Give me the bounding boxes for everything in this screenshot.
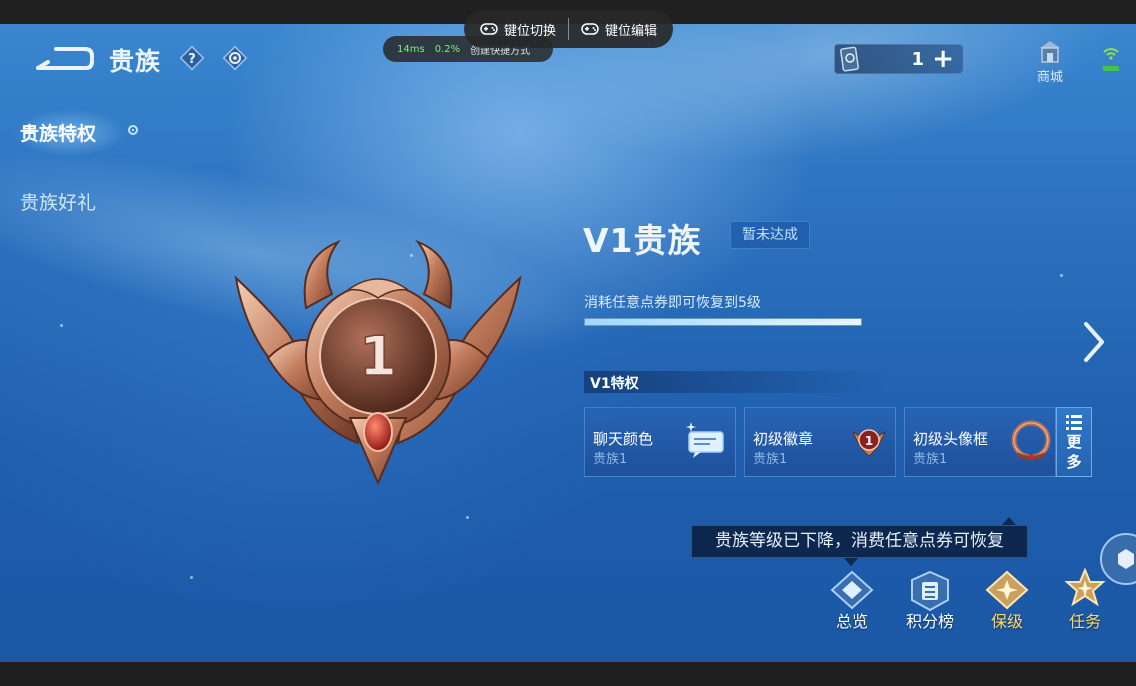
hexagon-icon [1118,549,1134,569]
tab-overview[interactable]: 总览 [820,568,884,632]
privilege-card-badge[interactable]: 初级徽章 贵族1 1 [744,407,896,477]
privilege-name: 聊天颜色 [593,430,654,448]
chevron-right-icon[interactable] [1080,320,1108,364]
gamepad-icon [581,23,599,35]
tab-leaderboard[interactable]: 积分榜 [898,568,962,632]
list-icon [1066,415,1082,430]
shop-label: 商城 [1036,70,1063,85]
nav-item-privileges-label: 贵族特权 [20,123,97,145]
tab-tasks-label: 任务 [1068,612,1101,631]
ticket-balance: 1 + [834,44,963,74]
key-switch-button[interactable]: 键位切换 [468,20,568,39]
sparkle [60,324,63,327]
key-edit-button[interactable]: 键位编辑 [569,20,669,39]
sparkle [190,576,193,579]
game-screen: 贵族 ? 1 + 商城 贵族特权 贵族好礼 1 V1贵族 暂未达成 消耗任意点券… [0,24,1136,662]
sparkle [466,516,469,519]
restore-hint: 消耗任意点券即可恢复到5级 [584,295,761,311]
nav-item-gifts[interactable]: 贵族好礼 [20,188,96,215]
gamepad-icon [480,23,498,35]
key-mapping-toolbar: 键位切换 键位编辑 [464,10,673,48]
more-label-2: 多 [1066,453,1082,471]
badge-icon: 1 [851,429,887,457]
key-edit-label: 键位编辑 [605,23,658,39]
svg-text:?: ? [188,52,196,67]
sparkle [1060,274,1063,277]
tab-keep-level[interactable]: 保级 [975,568,1039,632]
level-drop-tooltip: 贵族等级已下降，消费任意点券可恢复 [691,517,1028,566]
noble-level-badge: 1 [234,239,522,486]
more-privileges-button[interactable]: 更 多 [1056,407,1092,477]
privilege-heading: V1特权 [584,371,884,393]
privilege-card-avatar-frame[interactable]: 初级头像框 贵族1 [904,407,1056,477]
shop-icon [1040,41,1060,63]
privilege-sub: 贵族1 [593,452,628,467]
packet-loss-value: 0.2% [434,43,461,55]
progress-fill [585,319,861,325]
privilege-name: 初级头像框 [913,430,989,448]
status-badge: 暂未达成 [730,221,810,249]
window-bottom-bar [0,662,1136,686]
back-arrow-icon[interactable] [34,44,94,74]
network-signal-icon [1103,48,1119,71]
svg-text:1: 1 [865,434,873,448]
privilege-sub: 贵族1 [753,452,788,467]
add-ticket-button[interactable]: + [932,45,954,73]
page-title: 贵族 [109,47,162,76]
tab-keep-level-label: 保级 [990,612,1023,631]
badge-level-number: 1 [359,325,397,388]
privilege-name: 初级徽章 [753,430,814,448]
tab-overview-label: 总览 [835,612,868,631]
settings-gear-icon[interactable] [222,45,248,71]
ticket-count: 1 [911,49,924,70]
more-label-1: 更 [1066,433,1082,451]
chat-bubble-icon [686,422,724,458]
nav-item-privileges[interactable]: 贵族特权 [0,95,140,165]
noble-level-title: V1贵族 [583,221,702,260]
avatar-frame-icon [1011,420,1051,460]
shop-button[interactable]: 商城 [1030,38,1070,85]
ticket-card-icon [840,46,859,72]
help-icon[interactable]: ? [179,45,205,71]
privilege-heading-label: V1特权 [590,376,639,392]
privilege-card-chat-color[interactable]: 聊天颜色 贵族1 [584,407,736,477]
privilege-sub: 贵族1 [913,452,948,467]
floating-menu-button[interactable] [1100,533,1136,585]
progress-bar [584,318,862,326]
key-switch-label: 键位切换 [503,23,556,39]
selected-indicator-icon [128,125,138,135]
ping-value: 14ms [397,43,425,55]
tab-leaderboard-label: 积分榜 [905,612,954,631]
